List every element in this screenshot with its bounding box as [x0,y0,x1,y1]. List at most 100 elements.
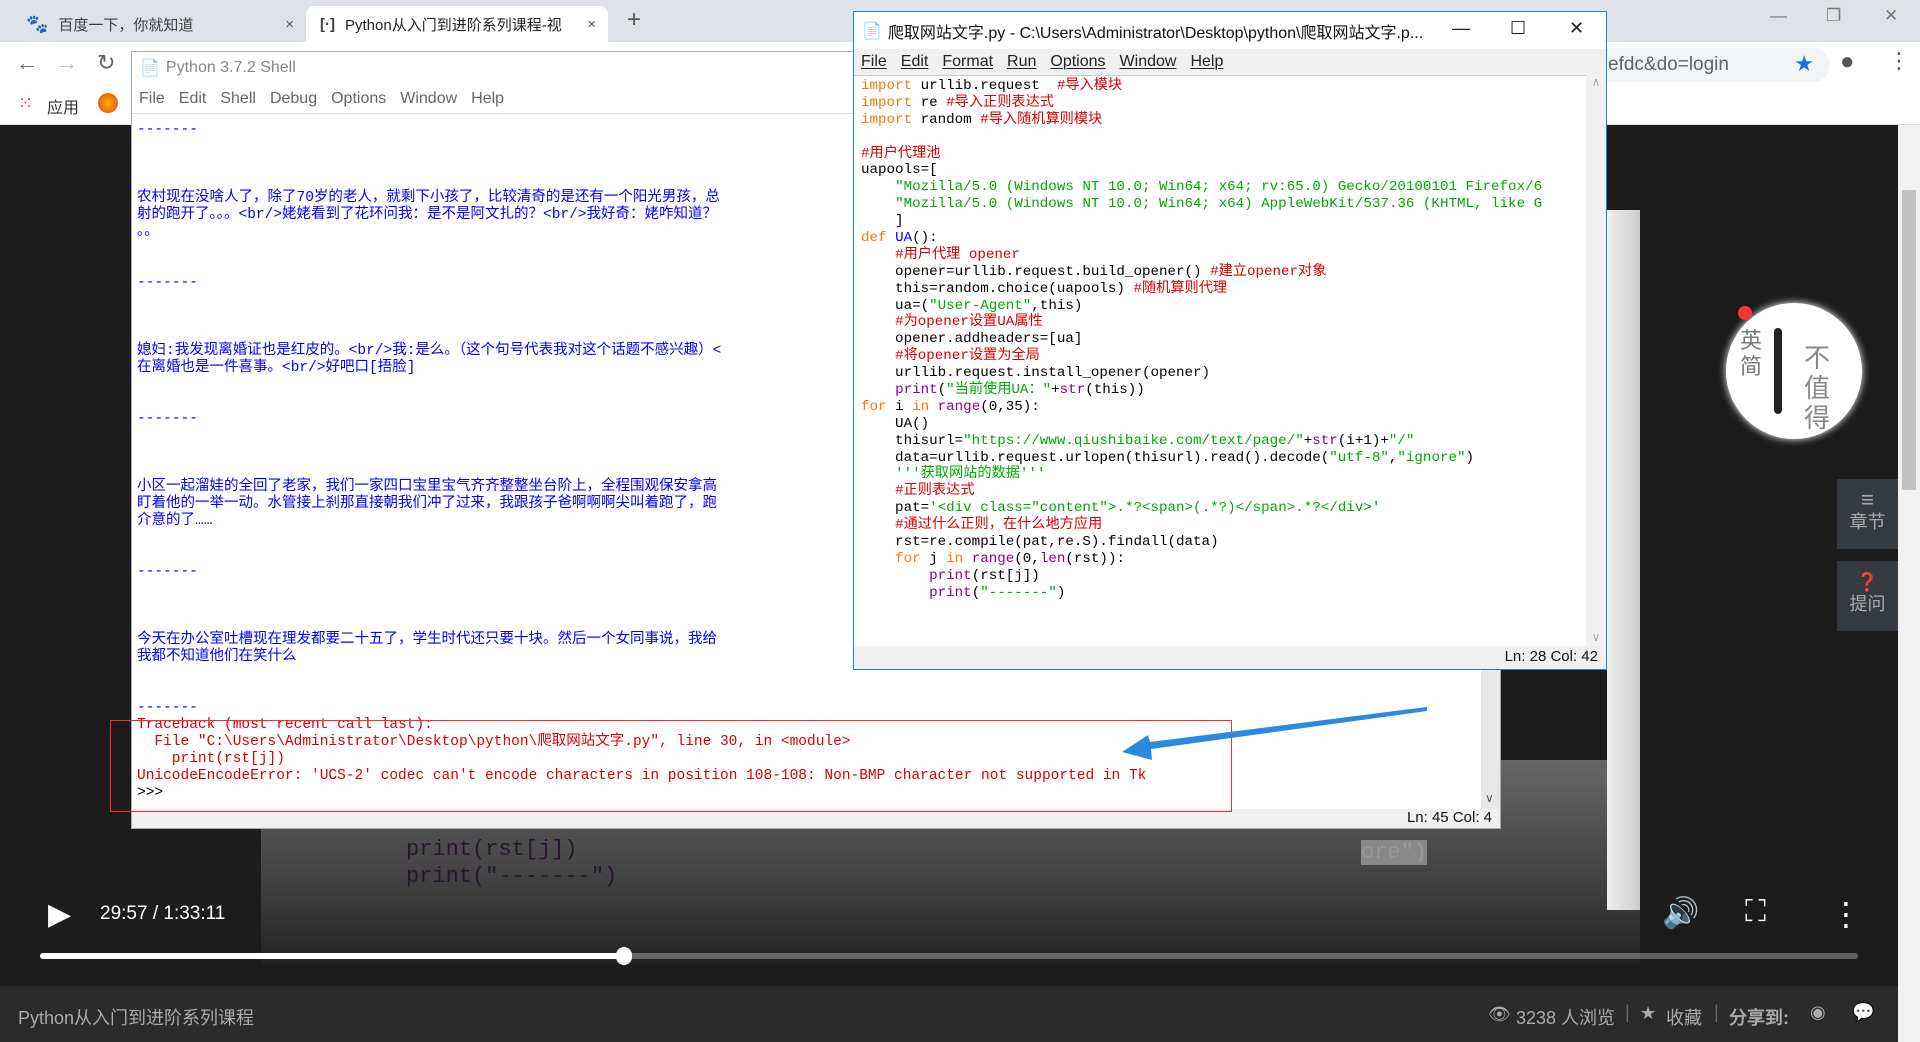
code-token-pl: i [886,398,913,415]
eye-icon: 👁 [1488,1004,1511,1024]
code-line: urllib.request.install_opener(opener) [861,365,1587,382]
code-line: uapools=[ [861,162,1587,179]
shell-title: Python 3.7.2 Shell [165,59,296,76]
menu-run[interactable]: Run [1000,53,1043,71]
menu-window[interactable]: Window [393,90,464,108]
back-icon[interactable]: ← [16,50,38,76]
code-token-pl: ] [861,213,904,230]
minimize-icon[interactable]: — [1452,18,1470,39]
code-token-kw: import [861,94,913,111]
bookmark-star-icon[interactable]: ★ [1794,51,1814,77]
site-icon: [·] [320,15,335,33]
chapters-button[interactable]: ≡ 章节 [1837,479,1898,549]
new-tab-button[interactable]: + [627,6,641,34]
code-line: "Mozilla/5.0 (Windows NT 10.0; Win64; x6… [861,196,1587,213]
forward-icon[interactable]: → [56,50,78,76]
profile-icon[interactable]: ● [1840,48,1855,76]
play-button[interactable]: ▶ [48,897,71,932]
code-token-str: '''获取网站的数据''' [895,466,1046,483]
close-window-icon[interactable]: ✕ [1884,6,1898,26]
code-token-str: "当前使用UA：" [946,382,1052,399]
code-token-bi: str [1059,382,1086,399]
bookmark-apps[interactable]: 应用 [47,94,79,118]
more-options-icon[interactable]: ⋮ [1830,895,1862,933]
editor-title: 爬取网站文字.py - C:\Users\Administrator\Deskt… [887,24,1424,42]
favorite-button[interactable]: 收藏 [1666,1004,1702,1030]
code-line: this=random.choice(uapools) #随机算则代理 [861,281,1587,298]
code-token-pl: (0, [1014,550,1040,567]
restore-icon[interactable]: ❐ [1826,6,1841,26]
logo-bar [1774,328,1782,414]
menu-edit[interactable]: Edit [894,53,936,71]
fullscreen-icon[interactable]: ⛶ [1745,895,1766,929]
weibo-icon[interactable]: ◉ [1810,1002,1826,1023]
tab-baidu[interactable]: 🐾 百度一下，你就知道 × [0,6,306,42]
reload-icon[interactable]: ↻ [97,50,115,76]
menu-options[interactable]: Options [324,90,393,108]
video-frame-panel [1607,210,1640,910]
menu-file[interactable]: File [854,53,894,71]
code-line: UA() [861,416,1587,433]
progress-knob[interactable] [615,947,632,965]
tab-python-course[interactable]: [·] Python从入门到进阶系列课程-视 × [306,6,608,42]
minimize-icon[interactable]: — [1770,6,1787,26]
code-line: print("当前使用UA："+str(this)) [861,382,1587,399]
menu-options[interactable]: Options [1043,53,1112,71]
volume-icon[interactable]: 🔊 [1662,896,1699,931]
editor-window[interactable]: 📄 爬取网站文字.py - C:\Users\Administrator\Des… [853,11,1607,670]
editor-scrollbar[interactable]: ∧ ∨ [1586,75,1606,646]
scroll-down-icon[interactable]: ∨ [1586,630,1606,644]
code-token-kw: def [861,230,887,247]
scroll-down-icon[interactable]: ∨ [1485,791,1494,805]
video-code-line: ore") [1361,840,1428,865]
menu-edit[interactable]: Edit [172,90,214,108]
menu-file[interactable]: File [132,90,172,108]
question-icon: ❓ [1856,572,1879,592]
code-token-str: "utf-8" [1329,449,1389,466]
page-scrollbar[interactable] [1898,125,1920,1042]
code-token-bi: print [895,382,938,399]
menu-icon[interactable]: ⋮ [1888,48,1910,74]
shell-line: ------- [137,700,198,716]
menu-format[interactable]: Format [935,53,1000,71]
menu-debug[interactable]: Debug [263,90,324,108]
menu-help[interactable]: Help [464,90,511,108]
code-token-pl: opener.addheaders=[ua] [861,331,1083,348]
code-token-pl: thisurl= [861,432,964,449]
code-token-cm: #导入随机算则模块 [980,111,1103,128]
code-token-kw: import [861,78,913,94]
code-token-kw: in [912,398,930,415]
firefox-icon[interactable] [98,93,118,113]
wechat-icon[interactable]: 💬 [1852,1002,1874,1023]
star-icon[interactable]: ★ [1640,1003,1656,1024]
code-token-kw: for [895,550,921,567]
tab-label: 百度一下，你就知道 [58,16,194,34]
close-tab-icon[interactable]: × [587,16,596,33]
menu-shell[interactable]: Shell [213,90,263,108]
progress-bar[interactable] [40,947,1858,965]
code-line: opener=urllib.request.build_opener() #建立… [861,264,1587,281]
menu-help[interactable]: Help [1183,53,1230,71]
ask-question-button[interactable]: ❓ 提问 [1837,561,1898,631]
editor-title-bar[interactable]: 📄 爬取网站文字.py - C:\Users\Administrator\Des… [854,12,1606,49]
scroll-up-icon[interactable]: ∧ [1586,75,1606,89]
code-line: thisurl="https://www.qiushibaike.com/tex… [861,433,1587,450]
code-line: import urllib.request #导入模块 [861,78,1587,95]
scrollbar-thumb[interactable] [1902,190,1916,490]
code-token-str: "https://www.qiushibaike.com/text/page/" [963,432,1304,449]
close-icon[interactable]: ✕ [1569,18,1584,39]
code-token-pl: pat= [861,500,930,517]
address-bar[interactable]: efdc&do=login ★ [1590,48,1830,82]
menu-window[interactable]: Window [1113,53,1184,71]
code-editor[interactable]: import urllib.request #导入模块 import re #导入… [854,75,1587,646]
code-token-cm: #随机算则代理 [1133,280,1228,297]
code-token-pl: random [912,111,981,128]
code-line: def UA(): [861,230,1587,247]
close-tab-icon[interactable]: × [285,16,294,33]
maximize-icon[interactable]: ☐ [1510,18,1526,39]
